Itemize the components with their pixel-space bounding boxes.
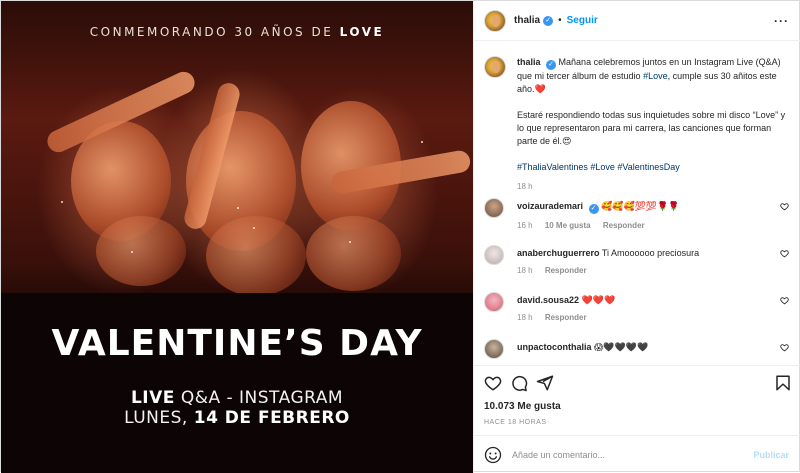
caption-username[interactable]: thalia [517, 57, 541, 67]
figure-body [206, 216, 306, 296]
avatar[interactable] [484, 245, 504, 265]
heart-outline-icon[interactable] [780, 296, 789, 305]
reply-button[interactable]: Responder [603, 221, 645, 230]
figure-body [306, 216, 401, 291]
comment-item: voizaurademari ✓ 🥰🥰🥰💯💯🌹🌹 16 h 10 Me gust… [484, 198, 789, 238]
publish-button[interactable]: Publicar [753, 450, 789, 460]
follow-button[interactable]: Seguir [567, 15, 598, 26]
image-subline-1-bold: LIVE [130, 388, 175, 408]
image-subline-1: LIVE Q&A - INSTAGRAM [1, 388, 473, 408]
post-details-panel: thalia ✓ • Seguir ··· thalia ✓ Mañana ce… [473, 1, 800, 473]
comment-username[interactable]: anaberchuguerrero [517, 248, 600, 258]
more-horizontal-icon[interactable]: ··· [774, 14, 789, 28]
caption-text-2: Estaré respondiendo todas sus inquietude… [517, 110, 786, 146]
sparkle [253, 227, 255, 229]
comment-likes[interactable]: 10 Me gusta [545, 221, 591, 230]
comment-time: 18 h [517, 266, 533, 275]
caption-time: 18 h [517, 182, 533, 191]
comment-composer: Publicar [474, 435, 800, 473]
reply-button[interactable]: Responder [545, 266, 587, 275]
image-headline: VALENTINE’S DAY [51, 323, 423, 364]
avatar[interactable] [484, 56, 506, 78]
post-caption: thalia ✓ Mañana celebremos juntos en un … [484, 56, 789, 193]
avatar[interactable] [484, 339, 504, 359]
comment-text: 😱🖤🖤🖤🖤 [594, 342, 649, 352]
comment-username[interactable]: david.sousa22 [517, 295, 579, 305]
image-subline-1-rest: Q&A - INSTAGRAM [180, 388, 344, 408]
figure-body [96, 216, 186, 286]
likes-count[interactable]: 10.073 Me gusta [484, 401, 561, 412]
heart-outline-icon[interactable] [780, 202, 789, 211]
comment-text: 🥰🥰🥰💯💯🌹🌹 [601, 201, 680, 211]
reply-button[interactable]: Responder [545, 313, 587, 322]
image-subline-2-prefix: LUNES, [124, 408, 188, 428]
image-subline-2: LUNES, 14 DE FEBRERO [1, 408, 473, 428]
image-bottom-band [1, 293, 473, 473]
comment-input[interactable] [512, 449, 742, 460]
image-top-text: CONMEMORANDO 30 AÑOS DE LOVE [1, 25, 473, 39]
heart-emoji: ❤️ [534, 84, 546, 94]
comments-scroll[interactable]: thalia ✓ Mañana celebremos juntos en un … [474, 42, 800, 360]
like-icon[interactable] [484, 374, 502, 392]
hashtag-link[interactable]: #Love [643, 71, 668, 81]
comment-item: unpactoconthalia 😱🖤🖤🖤🖤 [484, 339, 789, 360]
share-icon[interactable] [536, 374, 554, 392]
image-top-text-bold: LOVE [339, 25, 385, 39]
save-icon[interactable] [774, 374, 792, 392]
verified-icon: ✓ [543, 15, 554, 26]
verified-icon: ✓ [546, 60, 557, 70]
heart-outline-icon[interactable] [780, 249, 789, 258]
image-top-text-prefix: CONMEMORANDO 30 AÑOS DE [89, 25, 334, 39]
image-subline-2-bold: 14 DE FEBRERO [193, 408, 350, 428]
avatar[interactable] [484, 292, 504, 312]
post-header: thalia ✓ • Seguir ··· [474, 1, 800, 41]
comment-item: anaberchuguerrero Ti Amoooooo preciosura… [484, 245, 789, 285]
emoji-icon[interactable] [484, 446, 502, 464]
sparkle [349, 241, 351, 243]
comment-item: david.sousa22 ❤️❤️❤️ 18 h Responder [484, 292, 789, 332]
sparkle [237, 207, 239, 209]
header-username[interactable]: thalia [514, 15, 540, 26]
heart-eyes-emoji: 😍 [562, 136, 572, 146]
verified-icon: ✓ [588, 204, 599, 214]
caption-hashtags[interactable]: #ThaliaValentines #Love #ValentinesDay [517, 161, 789, 174]
sparkle [421, 141, 423, 143]
post-timestamp: HACE 18 HORAS [484, 419, 547, 426]
comment-icon[interactable] [510, 374, 528, 392]
heart-outline-icon[interactable] [780, 343, 789, 352]
post-modal: CONMEMORANDO 30 AÑOS DE LOVE VALENTINE’S… [0, 0, 800, 473]
comment-time: 18 h [517, 313, 533, 322]
comment-text: ❤️❤️❤️ [581, 295, 616, 305]
sparkle [131, 251, 133, 253]
comment-username[interactable]: unpactoconthalia [517, 342, 592, 352]
avatar[interactable] [484, 9, 506, 32]
comment-text: Ti Amoooooo preciosura [601, 248, 700, 258]
header-separator: • [558, 15, 562, 26]
comment-time: 16 h [517, 221, 533, 230]
action-bar [474, 365, 800, 399]
avatar[interactable] [484, 198, 504, 218]
post-image[interactable]: CONMEMORANDO 30 AÑOS DE LOVE VALENTINE’S… [1, 1, 473, 473]
comment-username[interactable]: voizaurademari [517, 201, 583, 211]
sparkle [61, 201, 63, 203]
